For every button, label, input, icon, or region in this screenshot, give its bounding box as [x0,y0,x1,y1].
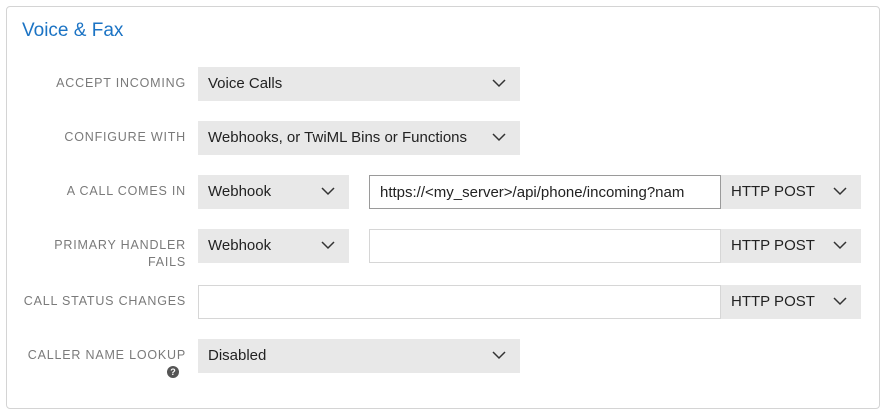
primary-handler-fails-type-value: Webhook [208,237,272,254]
configure-with-value: Webhooks, or TwiML Bins or Functions [208,129,467,146]
call-status-changes-method-select[interactable]: HTTP POST [721,285,861,319]
call-status-changes-label: CALL STATUS CHANGES [23,294,186,308]
chevron-down-icon [833,241,847,250]
chevron-down-icon [492,79,506,88]
primary-handler-fails-url-input[interactable] [369,229,721,263]
call-comes-in-label: A CALL COMES IN [66,184,186,198]
question-icon[interactable]: ? [167,366,179,378]
chevron-down-icon [833,297,847,306]
call-comes-in-method-value: HTTP POST [731,183,815,200]
call-status-changes-method-value: HTTP POST [731,293,815,310]
accept-incoming-value: Voice Calls [208,75,283,92]
primary-handler-fails-method-select[interactable]: HTTP POST [721,229,861,263]
caller-name-lookup-select[interactable]: Disabled [198,339,520,373]
chevron-down-icon [492,133,506,142]
configure-with-select[interactable]: Webhooks, or TwiML Bins or Functions [198,121,520,155]
primary-handler-fails-type-select[interactable]: Webhook [198,229,349,263]
configure-with-label: CONFIGURE WITH [64,130,186,144]
chevron-down-icon [321,241,335,250]
caller-name-lookup-label: CALLER NAME LOOKUP [27,348,186,362]
call-comes-in-url-input[interactable] [369,175,721,209]
call-comes-in-type-select[interactable]: Webhook [198,175,349,209]
primary-handler-fails-label-line1: PRIMARY HANDLER [54,238,186,252]
chevron-down-icon [833,187,847,196]
chevron-down-icon [492,351,506,360]
accept-incoming-select[interactable]: Voice Calls [198,67,520,101]
call-status-changes-url-input[interactable] [198,285,721,319]
primary-handler-fails-label-line2: FAILS [147,255,186,269]
section-title: Voice & Fax [22,20,124,41]
primary-handler-fails-method-value: HTTP POST [731,237,815,254]
call-comes-in-method-select[interactable]: HTTP POST [721,175,861,209]
primary-handler-fails-label: PRIMARY HANDLER FAILS [54,237,186,271]
accept-incoming-label: ACCEPT INCOMING [56,76,186,90]
call-comes-in-type-value: Webhook [208,183,272,200]
caller-name-lookup-value: Disabled [208,347,267,364]
chevron-down-icon [321,187,335,196]
